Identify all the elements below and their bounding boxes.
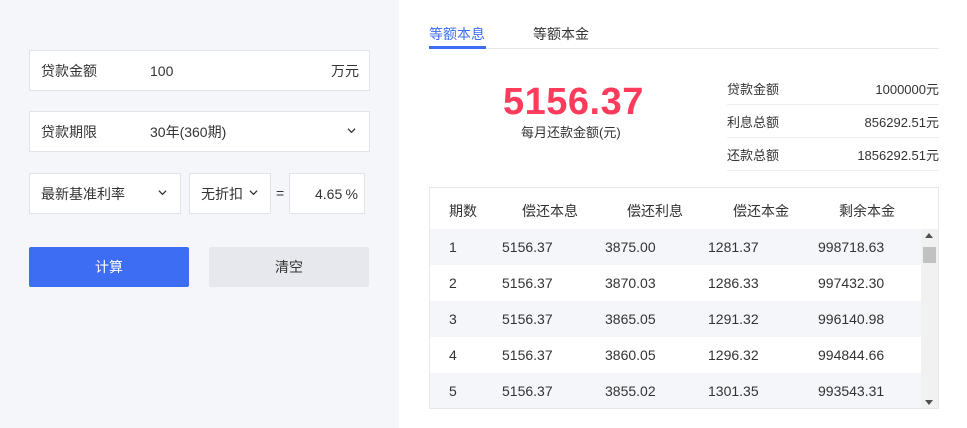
cell-principal: 1296.32	[708, 347, 759, 363]
summary-row-total-interest: 利息总额 856292.51元	[727, 104, 939, 138]
monthly-payment-value: 5156.37	[503, 81, 644, 123]
rate-input[interactable]: 4.65	[315, 174, 342, 214]
cell-interest: 3865.05	[605, 311, 656, 327]
cell-period: 4	[449, 347, 457, 363]
summary-label: 利息总额	[727, 115, 780, 130]
monthly-payment-label: 每月还款金额(元)	[521, 125, 621, 140]
loan-term-select[interactable]: 贷款期限 30年(360期)	[29, 111, 370, 152]
table-row: 2 5156.37 3870.03 1286.33 997432.30	[430, 265, 921, 301]
column-header-payment: 偿还本息	[522, 203, 578, 219]
scrollbar-thumb[interactable]	[923, 247, 936, 263]
summary-value: 856292.51元	[864, 115, 939, 130]
cell-period: 2	[449, 275, 457, 291]
table-body: 1 5156.37 3875.00 1281.37 998718.63 2 51…	[430, 229, 921, 408]
table-row: 3 5156.37 3865.05 1291.32 996140.98	[430, 301, 921, 337]
cell-remaining: 993543.31	[818, 383, 885, 399]
rate-input-field[interactable]: 4.65 %	[289, 173, 365, 214]
tab-bar: 等额本息 等额本金	[429, 18, 939, 49]
rate-type-select[interactable]: 最新基准利率	[29, 173, 181, 214]
loan-term-value: 30年(360期)	[150, 124, 227, 140]
repayment-schedule-table: 期数 偿还本息 偿还利息 偿还本金 剩余本金 1 5156.37 3875.00…	[429, 187, 939, 409]
summary-row-loan-amount: 贷款金额 1000000元	[727, 71, 939, 105]
loan-amount-label: 贷款金额	[41, 63, 97, 79]
scroll-down-arrow-icon[interactable]	[925, 400, 933, 405]
column-header-interest: 偿还利息	[627, 203, 683, 219]
cell-remaining: 997432.30	[818, 275, 885, 291]
column-header-remaining: 剩余本金	[839, 203, 895, 219]
chevron-down-icon	[158, 190, 167, 196]
summary-label: 贷款金额	[727, 82, 780, 97]
table-header: 期数 偿还本息 偿还利息 偿还本金 剩余本金	[430, 188, 938, 229]
cell-payment: 5156.37	[502, 311, 553, 327]
cell-remaining: 994844.66	[818, 347, 885, 363]
cell-payment: 5156.37	[502, 347, 553, 363]
discount-select[interactable]: 无折扣	[189, 173, 271, 214]
table-row: 5 5156.37 3855.02 1301.35 993543.31	[430, 373, 921, 408]
cell-remaining: 998718.63	[818, 239, 885, 255]
tab-equal-installment[interactable]: 等额本息	[429, 24, 485, 44]
column-header-principal: 偿还本金	[733, 203, 789, 219]
summary-row-total-repayment: 还款总额 1856292.51元	[727, 137, 939, 171]
cell-interest: 3870.03	[605, 275, 656, 291]
active-tab-underline	[429, 46, 486, 49]
calculate-button[interactable]: 计算	[29, 247, 189, 287]
clear-button[interactable]: 清空	[209, 247, 369, 287]
equals-sign: =	[276, 185, 285, 201]
rate-type-value: 最新基准利率	[41, 186, 125, 202]
cell-period: 1	[449, 239, 457, 255]
column-header-period: 期数	[449, 203, 477, 219]
table-scrollbar[interactable]	[921, 229, 938, 408]
cell-interest: 3875.00	[605, 239, 656, 255]
scroll-up-arrow-icon[interactable]	[925, 233, 933, 238]
table-row: 4 5156.37 3860.05 1296.32 994844.66	[430, 337, 921, 373]
loan-amount-input[interactable]: 100	[150, 51, 173, 91]
cell-period: 5	[449, 383, 457, 399]
loan-term-label: 贷款期限	[41, 124, 97, 140]
loan-amount-field[interactable]: 贷款金额 100 万元	[29, 50, 370, 91]
cell-payment: 5156.37	[502, 383, 553, 399]
cell-principal: 1291.32	[708, 311, 759, 327]
cell-interest: 3855.02	[605, 383, 656, 399]
summary-label: 还款总额	[727, 148, 780, 163]
loan-amount-unit: 万元	[331, 63, 359, 79]
summary-value: 1000000元	[875, 82, 939, 97]
cell-remaining: 996140.98	[818, 311, 885, 327]
cell-payment: 5156.37	[502, 275, 553, 291]
cell-principal: 1281.37	[708, 239, 759, 255]
cell-principal: 1301.35	[708, 383, 759, 399]
chevron-down-icon	[347, 128, 356, 134]
chevron-down-icon	[249, 190, 258, 196]
cell-principal: 1286.33	[708, 275, 759, 291]
cell-period: 3	[449, 311, 457, 327]
result-panel: 等额本息 等额本金 5156.37 每月还款金额(元) 贷款金额 1000000…	[399, 0, 967, 428]
rate-unit: %	[345, 186, 358, 202]
summary-value: 1856292.51元	[857, 148, 939, 163]
cell-payment: 5156.37	[502, 239, 553, 255]
discount-value: 无折扣	[201, 186, 243, 202]
cell-interest: 3860.05	[605, 347, 656, 363]
tab-equal-principal[interactable]: 等额本金	[533, 24, 589, 44]
table-row: 1 5156.37 3875.00 1281.37 998718.63	[430, 229, 921, 265]
calculator-form-panel: 贷款金额 100 万元 贷款期限 30年(360期) 最新基准利率 无折扣 = …	[0, 0, 399, 428]
